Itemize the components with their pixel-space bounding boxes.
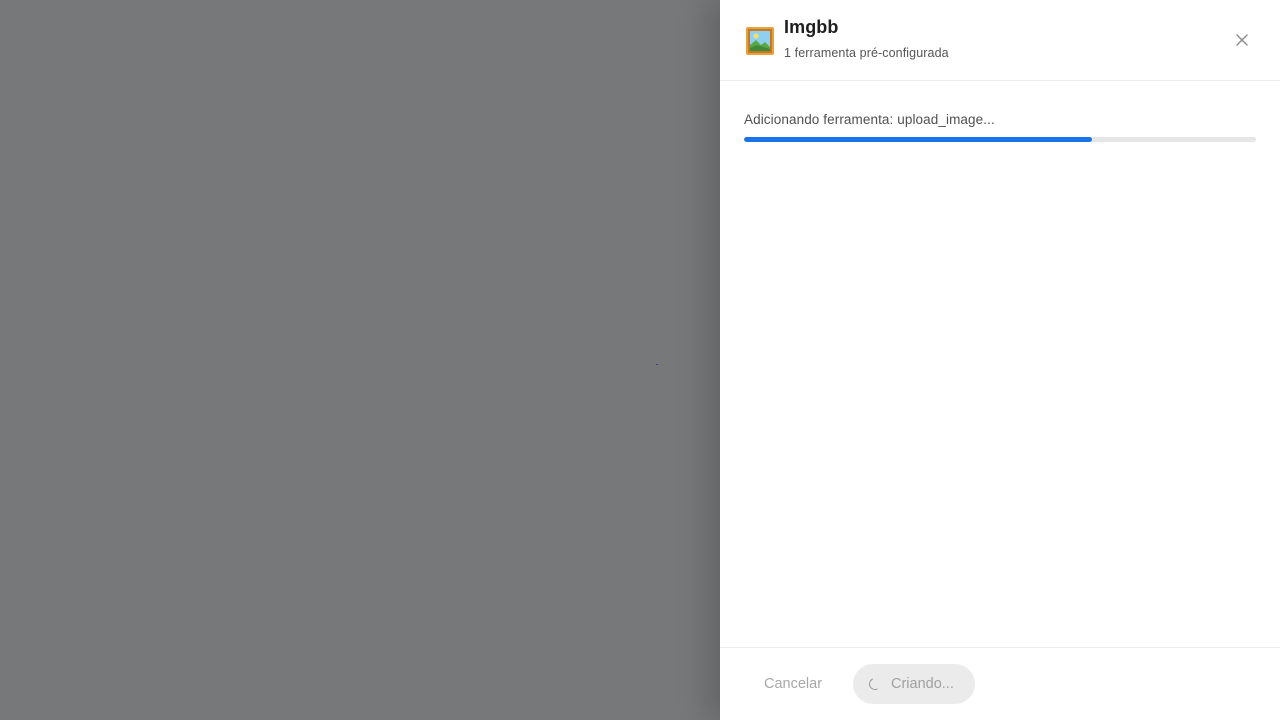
close-icon <box>1236 34 1248 46</box>
loading-spinner-icon <box>867 676 883 692</box>
close-button[interactable] <box>1232 30 1252 50</box>
side-drawer: Imgbb 1 ferramenta pré-configurada Adici… <box>720 0 1280 720</box>
drawer-header: Imgbb 1 ferramenta pré-configurada <box>720 0 1280 81</box>
create-button-label: Criando... <box>891 676 954 692</box>
drawer-title: Imgbb <box>784 17 839 37</box>
progress-bar <box>744 137 1256 142</box>
modal-backdrop[interactable] <box>0 0 720 720</box>
drawer-subtitle: 1 ferramenta pré-configurada <box>784 46 949 60</box>
drawer-footer: Cancelar Criando... <box>720 647 1280 720</box>
create-button[interactable]: Criando... <box>853 664 975 704</box>
framed-picture-icon <box>745 26 775 56</box>
progress-bar-fill <box>744 137 1093 142</box>
drawer-body: Adicionando ferramenta: upload_image... <box>720 81 1280 647</box>
cancel-button[interactable]: Cancelar <box>744 664 844 704</box>
backdrop-artifact <box>656 364 658 365</box>
progress-label: Adicionando ferramenta: upload_image... <box>744 112 995 127</box>
